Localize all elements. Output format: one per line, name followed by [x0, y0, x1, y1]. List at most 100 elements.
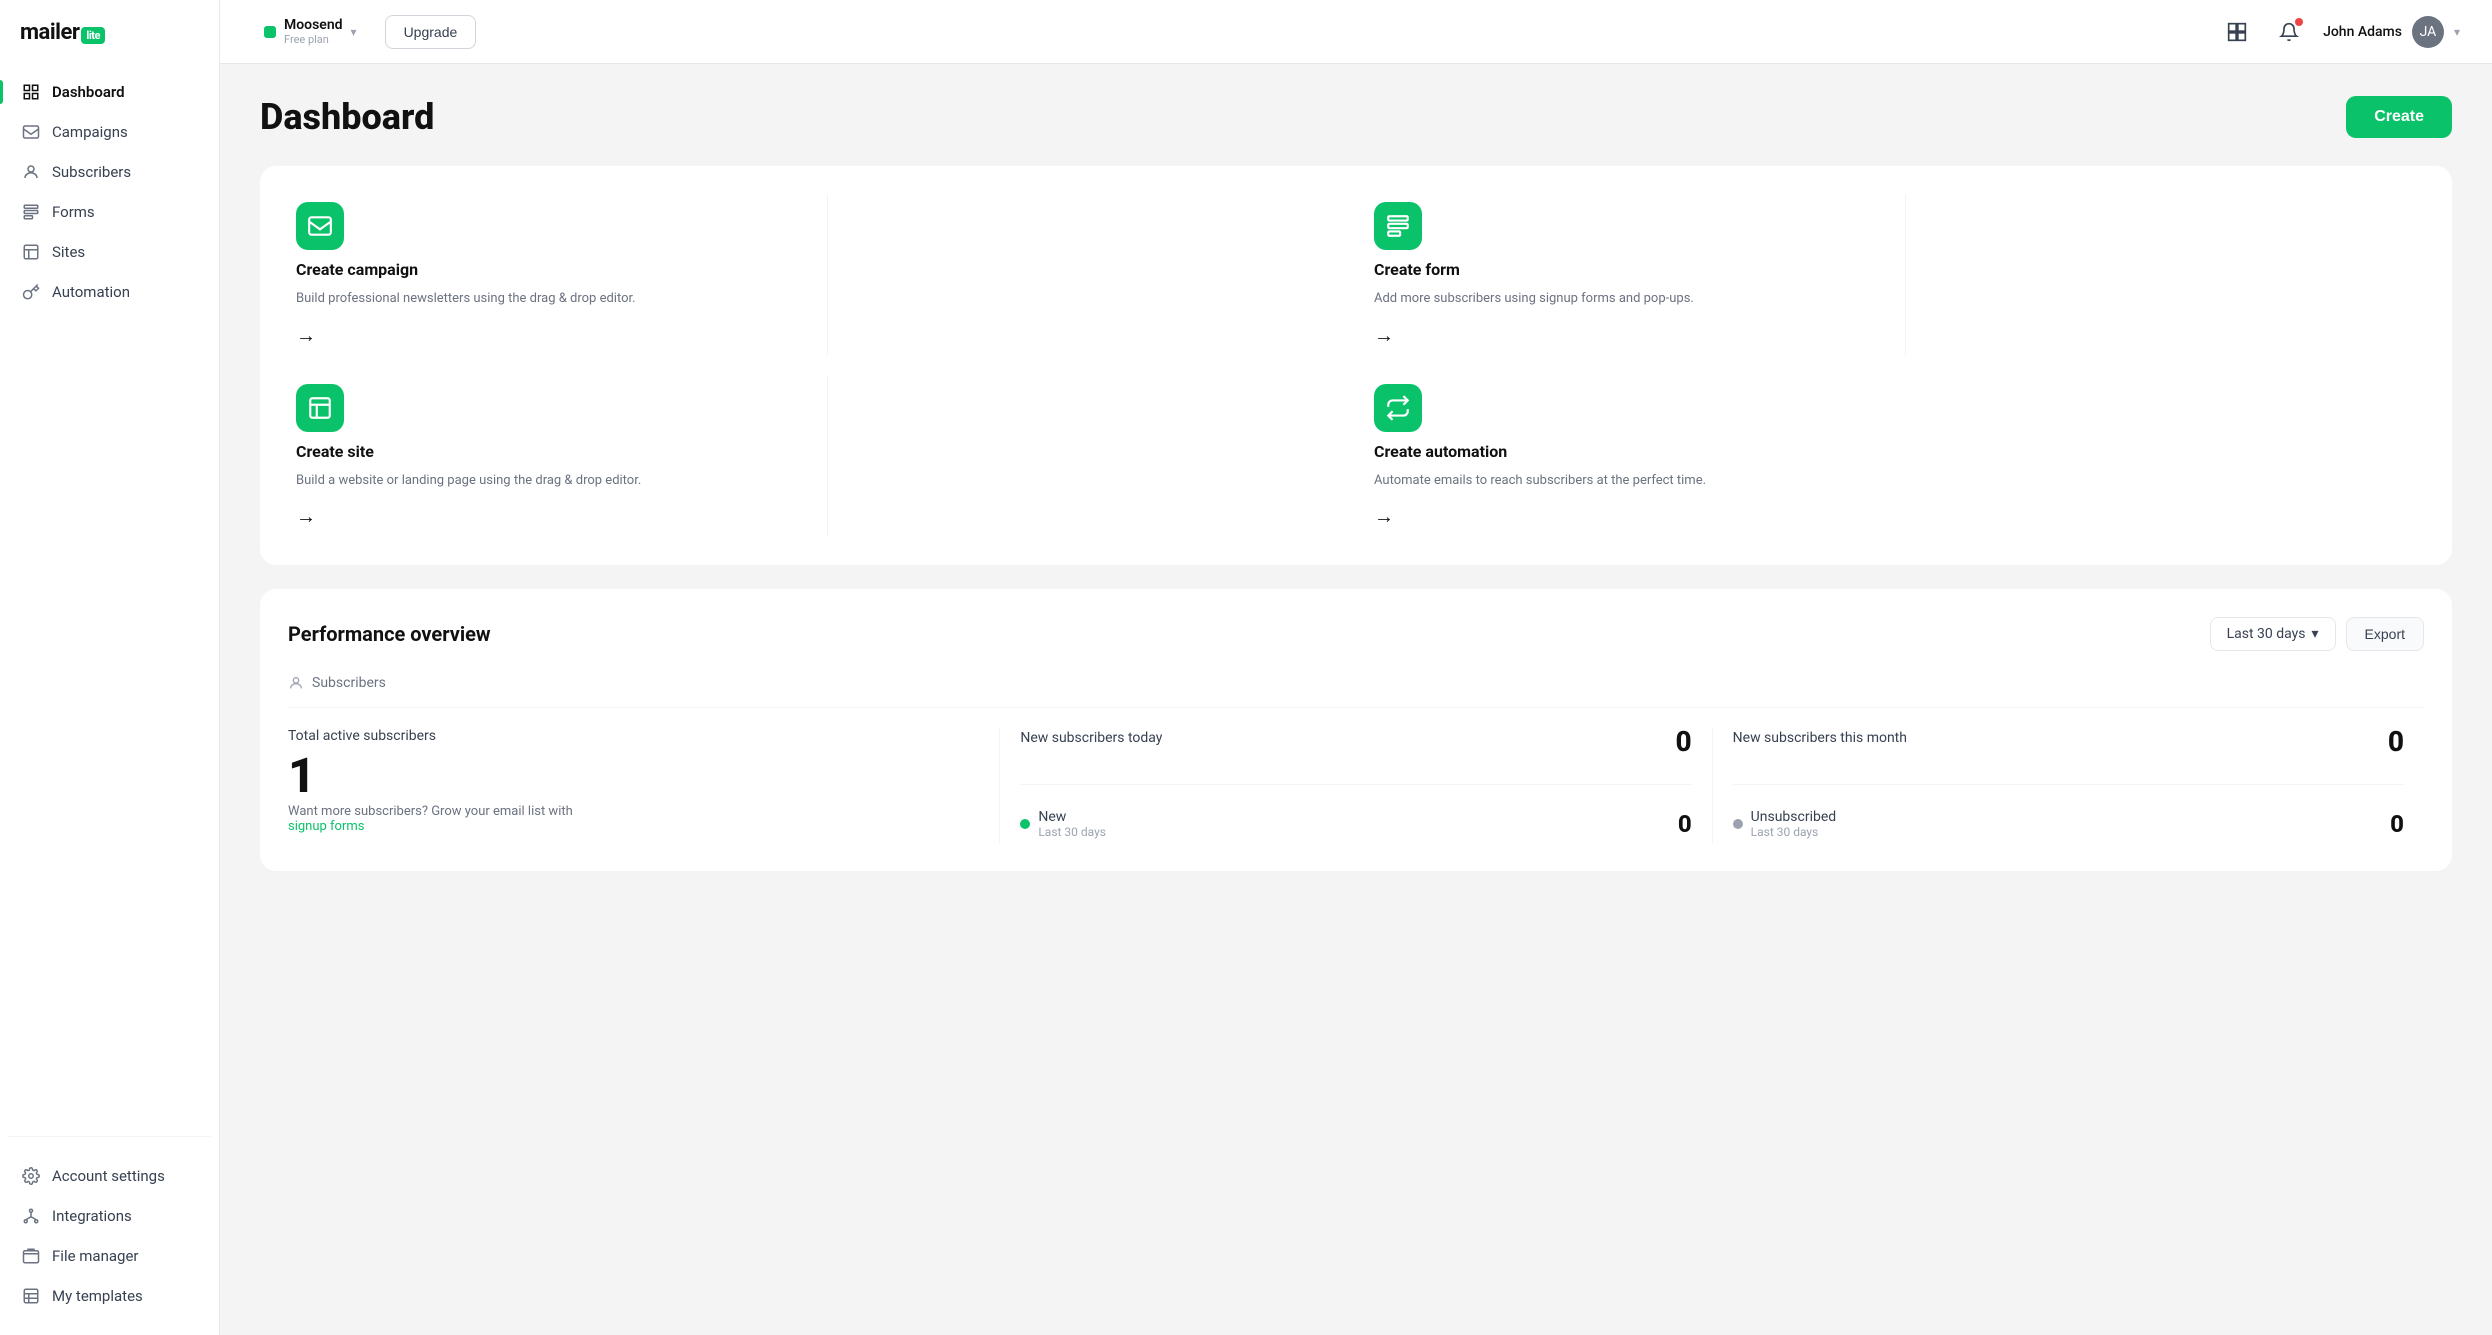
total-active-label: Total active subscribers: [288, 728, 979, 744]
sidebar-item-automation[interactable]: Automation: [8, 273, 211, 311]
stat-new-month: New subscribers this month 0: [1733, 728, 2404, 760]
sidebar-item-label: File manager: [52, 1247, 138, 1265]
action-create-automation[interactable]: Create automation Automate emails to rea…: [1366, 376, 1885, 538]
action-desc: Add more subscribers using signup forms …: [1374, 289, 1877, 309]
page-title: Dashboard: [260, 96, 434, 138]
sidebar-item-sites[interactable]: Sites: [8, 233, 211, 271]
sidebar-item-label: Subscribers: [52, 163, 131, 181]
notifications-button[interactable]: [2271, 14, 2307, 50]
subscribers-section-label: Subscribers: [312, 675, 386, 691]
create-site-icon: [296, 384, 344, 432]
unsubscribed-value: 0: [2390, 812, 2404, 836]
stat-new-month-unsub: New subscribers this month 0 Unsubscribe: [1713, 728, 2424, 843]
unsubscribed-label: Unsubscribed: [1751, 809, 1837, 825]
sidebar-item-label: Forms: [52, 203, 95, 221]
create-automation-icon: [1374, 384, 1422, 432]
new-dot: [1020, 819, 1030, 829]
sidebar-item-label: Sites: [52, 243, 85, 261]
workspace-dot: [264, 26, 276, 38]
grow-text: Want more subscribers? Grow your email l…: [288, 804, 979, 834]
sidebar-item-label: Dashboard: [52, 83, 125, 101]
stat-new-today-month: New subscribers today 0 New: [1000, 728, 1711, 843]
action-desc: Automate emails to reach subscribers at …: [1374, 471, 1877, 491]
page-content: Dashboard Create Create campaign Build p…: [220, 64, 2492, 1335]
stat-new-today: New subscribers today 0: [1020, 728, 1691, 760]
sidebar-item-integrations[interactable]: Integrations: [8, 1197, 211, 1235]
new-label: New: [1038, 809, 1106, 825]
action-arrow-icon: →: [1374, 323, 1877, 348]
perf-controls: Last 30 days ▾ Export: [2210, 617, 2424, 651]
sidebar-item-label: Account settings: [52, 1167, 165, 1185]
sidebar-item-forms[interactable]: Forms: [8, 193, 211, 231]
signup-forms-link[interactable]: signup forms: [288, 819, 365, 834]
sidebar-item-label: Automation: [52, 283, 130, 301]
apps-button[interactable]: [2219, 14, 2255, 50]
action-arrow-icon: →: [296, 323, 799, 348]
forms-icon: [22, 203, 40, 221]
total-active-value: 1: [288, 752, 979, 800]
action-create-campaign[interactable]: Create campaign Build professional newsl…: [288, 194, 807, 356]
logo-text: mailerlite: [20, 20, 105, 45]
create-campaign-icon: [296, 202, 344, 250]
quick-actions-card: Create campaign Build professional newsl…: [260, 166, 2452, 565]
period-selector[interactable]: Last 30 days ▾: [2210, 617, 2336, 651]
my-templates-icon: [22, 1287, 40, 1305]
sidebar-item-dashboard[interactable]: Dashboard: [8, 73, 211, 111]
sidebar: mailerlite Dashboard Campaigns Subscribe…: [0, 0, 220, 1335]
action-desc: Build a website or landing page using th…: [296, 471, 799, 491]
sidebar-item-campaigns[interactable]: Campaigns: [8, 113, 211, 151]
subscribers-icon: [22, 163, 40, 181]
action-arrow-icon: →: [1374, 504, 1877, 529]
stat-new-label-row: New Last 30 days 0: [1020, 809, 1691, 843]
dashboard-icon: [22, 83, 40, 101]
action-title: Create automation: [1374, 442, 1877, 461]
workspace-info: Moosend Free plan: [284, 17, 343, 46]
performance-section: Performance overview Last 30 days ▾ Expo…: [260, 589, 2452, 871]
workspace-name: Moosend: [284, 17, 343, 33]
perf-subscribers-header: Subscribers: [288, 675, 2424, 708]
user-avatar: JA: [2412, 16, 2444, 48]
sidebar-item-my-templates[interactable]: My templates: [8, 1277, 211, 1315]
page-header: Dashboard Create: [260, 96, 2452, 138]
unsub-dot: [1733, 819, 1743, 829]
sidebar-item-subscribers[interactable]: Subscribers: [8, 153, 211, 191]
stats-grid: Total active subscribers 1 Want more sub…: [288, 728, 2424, 843]
user-name: John Adams: [2323, 24, 2402, 40]
sidebar-nav: Dashboard Campaigns Subscribers Forms Si…: [0, 73, 219, 1126]
file-manager-icon: [22, 1247, 40, 1265]
new-month-value: 0: [2388, 728, 2404, 756]
sidebar-item-label: My templates: [52, 1287, 143, 1305]
account-settings-icon: [22, 1167, 40, 1185]
topbar: Moosend Free plan ▾ Upgrade John Adams J…: [220, 0, 2492, 64]
new-sublabel: Last 30 days: [1038, 825, 1106, 839]
new-month-label: New subscribers this month: [1733, 730, 1907, 746]
stat-total-active: Total active subscribers 1 Want more sub…: [288, 728, 999, 843]
action-create-form[interactable]: Create form Add more subscribers using s…: [1366, 194, 1885, 356]
sidebar-item-label: Campaigns: [52, 123, 128, 141]
sidebar-item-file-manager[interactable]: File manager: [8, 1237, 211, 1275]
create-button[interactable]: Create: [2346, 96, 2452, 138]
new-today-label: New subscribers today: [1020, 730, 1162, 746]
sidebar-item-account-settings[interactable]: Account settings: [8, 1157, 211, 1195]
action-title: Create campaign: [296, 260, 799, 279]
workspace-selector[interactable]: Moosend Free plan ▾: [252, 11, 369, 52]
upgrade-button[interactable]: Upgrade: [385, 15, 477, 49]
logo-badge: lite: [81, 27, 105, 44]
action-arrow-icon: →: [296, 504, 799, 529]
action-create-site[interactable]: Create site Build a website or landing p…: [288, 376, 807, 538]
action-desc: Build professional newsletters using the…: [296, 289, 799, 309]
sidebar-item-label: Integrations: [52, 1207, 132, 1225]
main-content: Moosend Free plan ▾ Upgrade John Adams J…: [220, 0, 2492, 1335]
integrations-icon: [22, 1207, 40, 1225]
perf-title: Performance overview: [288, 622, 491, 646]
action-title: Create site: [296, 442, 799, 461]
workspace-chevron-icon: ▾: [351, 25, 357, 39]
create-form-icon: [1374, 202, 1422, 250]
new-value: 0: [1678, 812, 1692, 836]
period-label: Last 30 days: [2227, 626, 2306, 642]
new-today-value: 0: [1676, 728, 1692, 756]
user-chevron-icon: ▾: [2454, 25, 2460, 39]
export-button[interactable]: Export: [2346, 617, 2424, 651]
action-title: Create form: [1374, 260, 1877, 279]
user-info[interactable]: John Adams JA ▾: [2323, 16, 2460, 48]
